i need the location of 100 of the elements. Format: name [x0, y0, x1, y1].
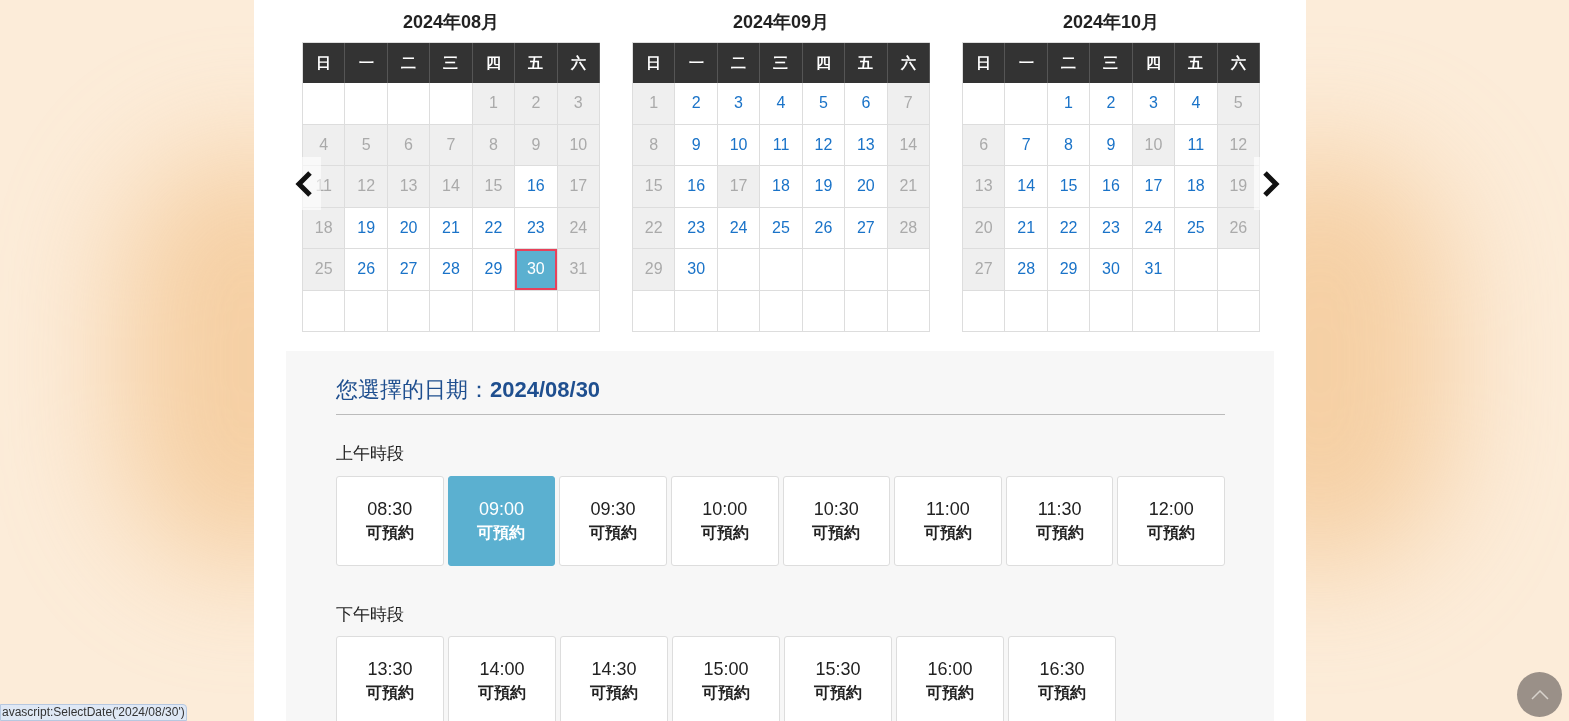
time-slot[interactable]: 10:30 可預約 [782, 475, 891, 566]
unavailable-day-cell: 25 [303, 249, 346, 291]
day-link[interactable]: 28 [1005, 249, 1047, 290]
time-slot[interactable]: 15:30 可預約 [784, 636, 892, 721]
time-slot[interactable]: 16:30 可預約 [1008, 636, 1116, 721]
day-link[interactable]: 9 [675, 124, 717, 165]
day-link[interactable]: 11 [1175, 124, 1217, 165]
time-slot[interactable]: 10:00 可預約 [670, 475, 779, 566]
month-title: 2024年10月 [1061, 10, 1161, 34]
status-bar-url: avascript:SelectDate('2024/08/30') [0, 704, 187, 721]
unavailable-day-cell: 5 [345, 124, 388, 166]
unavailable-day-cell: 5 [1217, 83, 1260, 125]
day-link[interactable]: 3 [717, 83, 760, 124]
unavailable-day-cell: 2 [515, 83, 558, 125]
day-link[interactable]: 31 [1132, 249, 1175, 290]
unavailable-day-cell: 29 [633, 249, 676, 291]
unavailable-day-cell: 14 [430, 166, 473, 208]
time-slot[interactable]: 11:30 可預約 [1005, 475, 1114, 566]
day-link[interactable]: 10 [717, 124, 760, 165]
day-link[interactable]: 18 [760, 166, 802, 207]
day-link[interactable]: 16 [1090, 166, 1132, 207]
day-link[interactable]: 6 [845, 83, 887, 124]
unavailable-day-cell: 4 [303, 124, 346, 166]
unavailable-day-cell: 14 [887, 124, 930, 166]
scroll-to-top-button[interactable] [1517, 672, 1562, 717]
day-link[interactable]: 26 [802, 207, 845, 248]
day-link[interactable]: 4 [760, 83, 802, 124]
day-link[interactable]: 27 [845, 207, 887, 248]
unavailable-day-cell: 10 [557, 124, 600, 166]
day-link[interactable]: 23 [1090, 207, 1132, 248]
month-title: 2024年08月 [401, 10, 501, 34]
day-link[interactable]: 19 [345, 207, 387, 248]
day-link[interactable]: 25 [1175, 207, 1217, 248]
day-link[interactable]: 11 [760, 124, 802, 165]
day-link[interactable]: 29 [472, 249, 515, 290]
time-slot[interactable]: 16:00 可預約 [896, 636, 1004, 721]
unavailable-day-cell: 12 [1217, 124, 1260, 166]
day-link[interactable]: 14 [1005, 166, 1047, 207]
day-link[interactable]: 8 [1047, 124, 1090, 165]
day-link[interactable]: 21 [1005, 207, 1047, 248]
unavailable-day-cell: 15 [633, 166, 676, 208]
day-link[interactable]: 2 [675, 83, 717, 124]
time-slot[interactable]: 09:30 可預約 [559, 475, 667, 566]
day-link[interactable]: 2 [1090, 83, 1132, 124]
day-link[interactable]: 22 [1047, 207, 1090, 248]
unavailable-day-cell: 13 [387, 166, 431, 208]
day-link[interactable]: 5 [802, 83, 845, 124]
day-link[interactable]: 30 [675, 249, 717, 290]
day-link[interactable]: 20 [845, 166, 887, 207]
day-link[interactable]: 3 [1132, 83, 1175, 124]
unavailable-day-cell: 18 [303, 207, 346, 249]
unavailable-day-cell: 6 [963, 124, 1006, 166]
day-link[interactable]: 29 [1047, 249, 1090, 290]
day-link[interactable]: 16 [515, 166, 557, 207]
unavailable-day-cell: 22 [633, 207, 676, 249]
day-link[interactable]: 19 [802, 166, 845, 207]
unavailable-day-cell: 26 [1217, 207, 1260, 249]
unavailable-day-cell: 10 [1132, 124, 1176, 166]
day-link[interactable]: 4 [1175, 83, 1217, 124]
day-link[interactable]: 22 [472, 207, 515, 248]
day-link[interactable]: 13 [845, 124, 887, 165]
time-slot[interactable]: 14:30 可預約 [560, 636, 668, 721]
unavailable-day-cell: 8 [472, 124, 516, 166]
day-link[interactable]: 20 [387, 207, 430, 248]
unavailable-day-cell: 6 [387, 124, 431, 166]
unavailable-day-cell: 31 [557, 249, 600, 291]
day-link[interactable]: 17 [1132, 166, 1175, 207]
day-link[interactable]: 28 [430, 249, 472, 290]
time-slot[interactable]: 11:00 可預約 [894, 475, 1002, 566]
unavailable-day-cell: 11 [303, 166, 346, 208]
time-slot[interactable]: 15:00 可預約 [672, 636, 780, 721]
day-link[interactable]: 27 [387, 249, 430, 290]
day-link[interactable]: 9 [1090, 124, 1132, 165]
day-link[interactable]: 18 [1175, 166, 1217, 207]
month-title: 2024年09月 [731, 10, 831, 34]
day-link[interactable]: 25 [760, 207, 802, 248]
unavailable-day-cell: 15 [472, 166, 516, 208]
day-link[interactable]: 26 [345, 249, 387, 290]
unavailable-day-cell: 1 [633, 83, 676, 125]
time-slot[interactable]: 12:00 可預約 [1117, 475, 1225, 566]
day-link[interactable]: 7 [1005, 124, 1047, 165]
day-link[interactable]: 24 [1132, 207, 1175, 248]
day-link[interactable]: 23 [675, 207, 717, 248]
time-slot[interactable]: 14:00 可預約 [448, 636, 556, 721]
time-slot[interactable]: 13:30 可預約 [336, 636, 444, 721]
day-link[interactable]: 1 [1047, 83, 1090, 124]
day-link[interactable]: 16 [675, 166, 717, 207]
day-link[interactable]: 15 [1047, 166, 1090, 207]
unavailable-day-cell: 1 [472, 83, 516, 125]
time-slot[interactable]: 08:30 可預約 [336, 475, 444, 566]
day-link[interactable]: 30 [1090, 249, 1132, 290]
unavailable-day-cell: 27 [963, 249, 1006, 291]
unavailable-day-cell: 8 [633, 124, 676, 166]
day-link[interactable]: 21 [430, 207, 472, 248]
day-link[interactable]: 23 [515, 207, 557, 248]
unavailable-day-cell: 13 [963, 166, 1006, 208]
unavailable-day-cell: 20 [963, 207, 1006, 249]
day-link[interactable]: 12 [802, 124, 845, 165]
day-link[interactable]: 24 [717, 207, 760, 248]
unavailable-day-cell: 21 [887, 166, 930, 208]
